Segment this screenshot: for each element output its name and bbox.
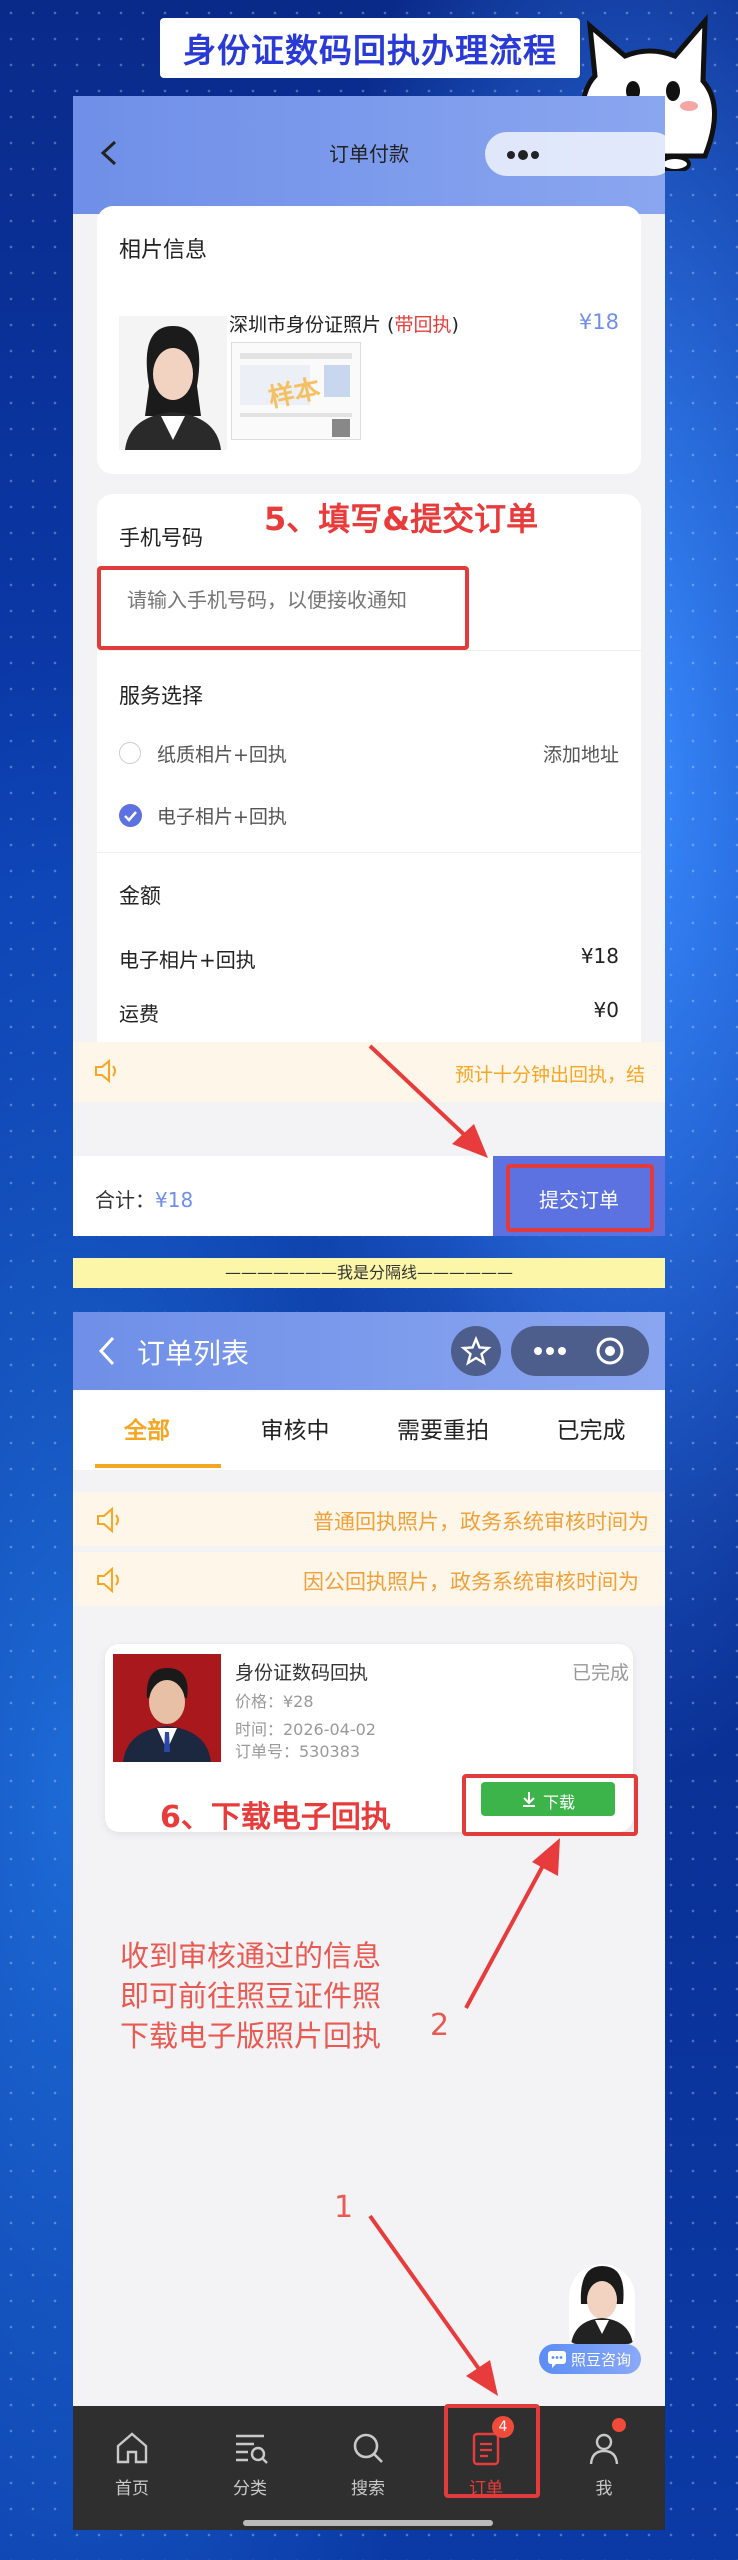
instruction-line: 即可前往照豆证件照: [120, 1979, 382, 2013]
total: 合计：¥18: [95, 1184, 193, 1213]
step6-label: 6、下载电子回执: [160, 1800, 391, 1835]
arrow-number-1: 1: [334, 2190, 354, 2225]
highlight-phone-input: [97, 566, 469, 650]
amount-row-label: 电子相片+回执: [119, 948, 256, 972]
amount-row: 电子相片+回执 ¥18: [119, 944, 619, 973]
notice-text: 因公回执照片，政务系统审核时间为: [303, 1570, 639, 1594]
portrait-photo: [119, 316, 227, 450]
tab-indicator: [95, 1464, 221, 1468]
product-price: ¥18: [578, 310, 619, 334]
banner-title: 身份证数码回执办理流程: [160, 18, 580, 78]
instruction-line: 下载电子版照片回执: [120, 2019, 382, 2053]
instruction-line: 收到审核通过的信息: [120, 1939, 382, 1973]
receipt-sample-image: 样本: [231, 342, 361, 440]
add-address-link[interactable]: 添加地址: [543, 740, 619, 767]
arrow-to-download: [456, 1836, 576, 2016]
service-title: 服务选择: [119, 684, 203, 708]
nav-profile[interactable]: 我: [545, 2406, 663, 2522]
nav-label: 搜索: [351, 2479, 385, 2499]
radio-unchecked-icon[interactable]: [119, 742, 141, 764]
order-photo: [113, 1654, 221, 1762]
nav-label: 首页: [115, 2479, 149, 2499]
tab-all[interactable]: 全部: [73, 1390, 221, 1466]
notice-bar: 普通回执照片，政务系统审核时间为: [73, 1492, 665, 1546]
home-indicator: [243, 2520, 493, 2526]
tab-reviewing[interactable]: 审核中: [221, 1390, 369, 1466]
capsule-menu[interactable]: [485, 132, 665, 176]
arrow-to-submit: [360, 1040, 500, 1160]
category-icon: [230, 2428, 270, 2468]
service-option-electronic[interactable]: 电子相片+回执: [119, 798, 619, 832]
tab-bar: 全部 审核中 需要重拍 已完成: [73, 1390, 665, 1470]
consult-widget[interactable]: 照豆咨询: [539, 2264, 649, 2390]
consult-button[interactable]: 照豆咨询: [539, 2344, 641, 2374]
more-icon[interactable]: [533, 1346, 567, 1356]
close-target-icon[interactable]: [595, 1336, 625, 1366]
instruction-text: 收到审核通过的信息 即可前往照豆证件照 下载电子版照片回执: [120, 1936, 381, 2056]
bottom-nav: 首页 分类 搜索 4 订单 我: [73, 2406, 665, 2530]
receipt-badge: 带回执: [394, 314, 452, 336]
order-price: 价格：¥28: [235, 1692, 314, 1711]
photo-info-card: 相片信息 深圳市身份证照片 (带回执) ¥18 样本: [97, 206, 641, 474]
highlight-submit-button: [506, 1164, 654, 1232]
arrow-number-2: 2: [430, 2008, 450, 2043]
service-option-paper[interactable]: 纸质相片+回执 添加地址: [119, 736, 619, 770]
radio-checked-icon[interactable]: [119, 804, 142, 827]
notification-dot: [612, 2418, 626, 2432]
photo-section-title: 相片信息: [119, 238, 208, 263]
order-number: 订单号：530383: [235, 1742, 361, 1761]
amount-row-value: ¥18: [580, 944, 619, 968]
phone-label: 手机号码: [119, 526, 203, 550]
service-option-label: 电子相片+回执: [157, 806, 287, 828]
nav-search[interactable]: 搜索: [309, 2406, 427, 2522]
highlight-download-button: [462, 1774, 638, 1836]
total-value: ¥18: [155, 1188, 194, 1212]
nav-label: 分类: [233, 2479, 267, 2499]
more-icon[interactable]: [507, 150, 539, 160]
divider: [97, 852, 641, 853]
consult-label: 照豆咨询: [571, 2351, 632, 2369]
product-name-end: ): [451, 314, 459, 336]
step5-label: 5、填写&提交订单: [264, 500, 539, 538]
header-bar: 订单付款: [73, 96, 665, 214]
back-icon[interactable]: [93, 1334, 119, 1368]
product-name-text: 深圳市身份证照片 (: [229, 314, 395, 336]
notice-bar: 因公回执照片，政务系统审核时间为: [73, 1552, 665, 1606]
speaker-icon: [95, 1506, 123, 1534]
total-label: 合计：: [95, 1188, 155, 1212]
separator-line: ———————我是分隔线——————: [73, 1258, 665, 1288]
highlight-orders-tab: [444, 2404, 540, 2498]
capsule-menu[interactable]: [511, 1326, 649, 1376]
divider: [97, 650, 641, 651]
nav-home[interactable]: 首页: [73, 2406, 191, 2522]
speaker-icon: [95, 1566, 123, 1594]
home-icon: [112, 2428, 152, 2468]
product-name: 深圳市身份证照片 (带回执): [229, 310, 459, 337]
amount-row: 运费 ¥0: [119, 998, 619, 1027]
search-icon: [348, 2428, 388, 2468]
order-status: 已完成: [571, 1662, 629, 1684]
amount-row-label: 运费: [119, 1002, 159, 1026]
nav-label: 我: [595, 2479, 613, 2499]
header-title: 订单列表: [137, 1337, 250, 1370]
order-time: 时间：2026-04-02: [235, 1720, 376, 1739]
tab-retake[interactable]: 需要重拍: [369, 1390, 517, 1466]
arrow-to-orders-tab: [362, 2210, 512, 2400]
speaker-icon: [93, 1058, 119, 1084]
favorite-star-icon[interactable]: [451, 1326, 501, 1376]
amount-row-value: ¥0: [593, 998, 619, 1022]
tab-completed[interactable]: 已完成: [517, 1390, 665, 1466]
header-bar: 订单列表: [73, 1312, 665, 1390]
nav-category[interactable]: 分类: [191, 2406, 309, 2522]
chat-icon: [547, 2349, 567, 2369]
user-icon: [584, 2418, 626, 2468]
consultant-avatar: [569, 2264, 635, 2344]
notice-text: 普通回执照片，政务系统审核时间为: [313, 1510, 649, 1534]
service-option-label: 纸质相片+回执: [157, 744, 287, 766]
amount-title: 金额: [119, 884, 161, 908]
order-title: 身份证数码回执: [235, 1662, 369, 1684]
